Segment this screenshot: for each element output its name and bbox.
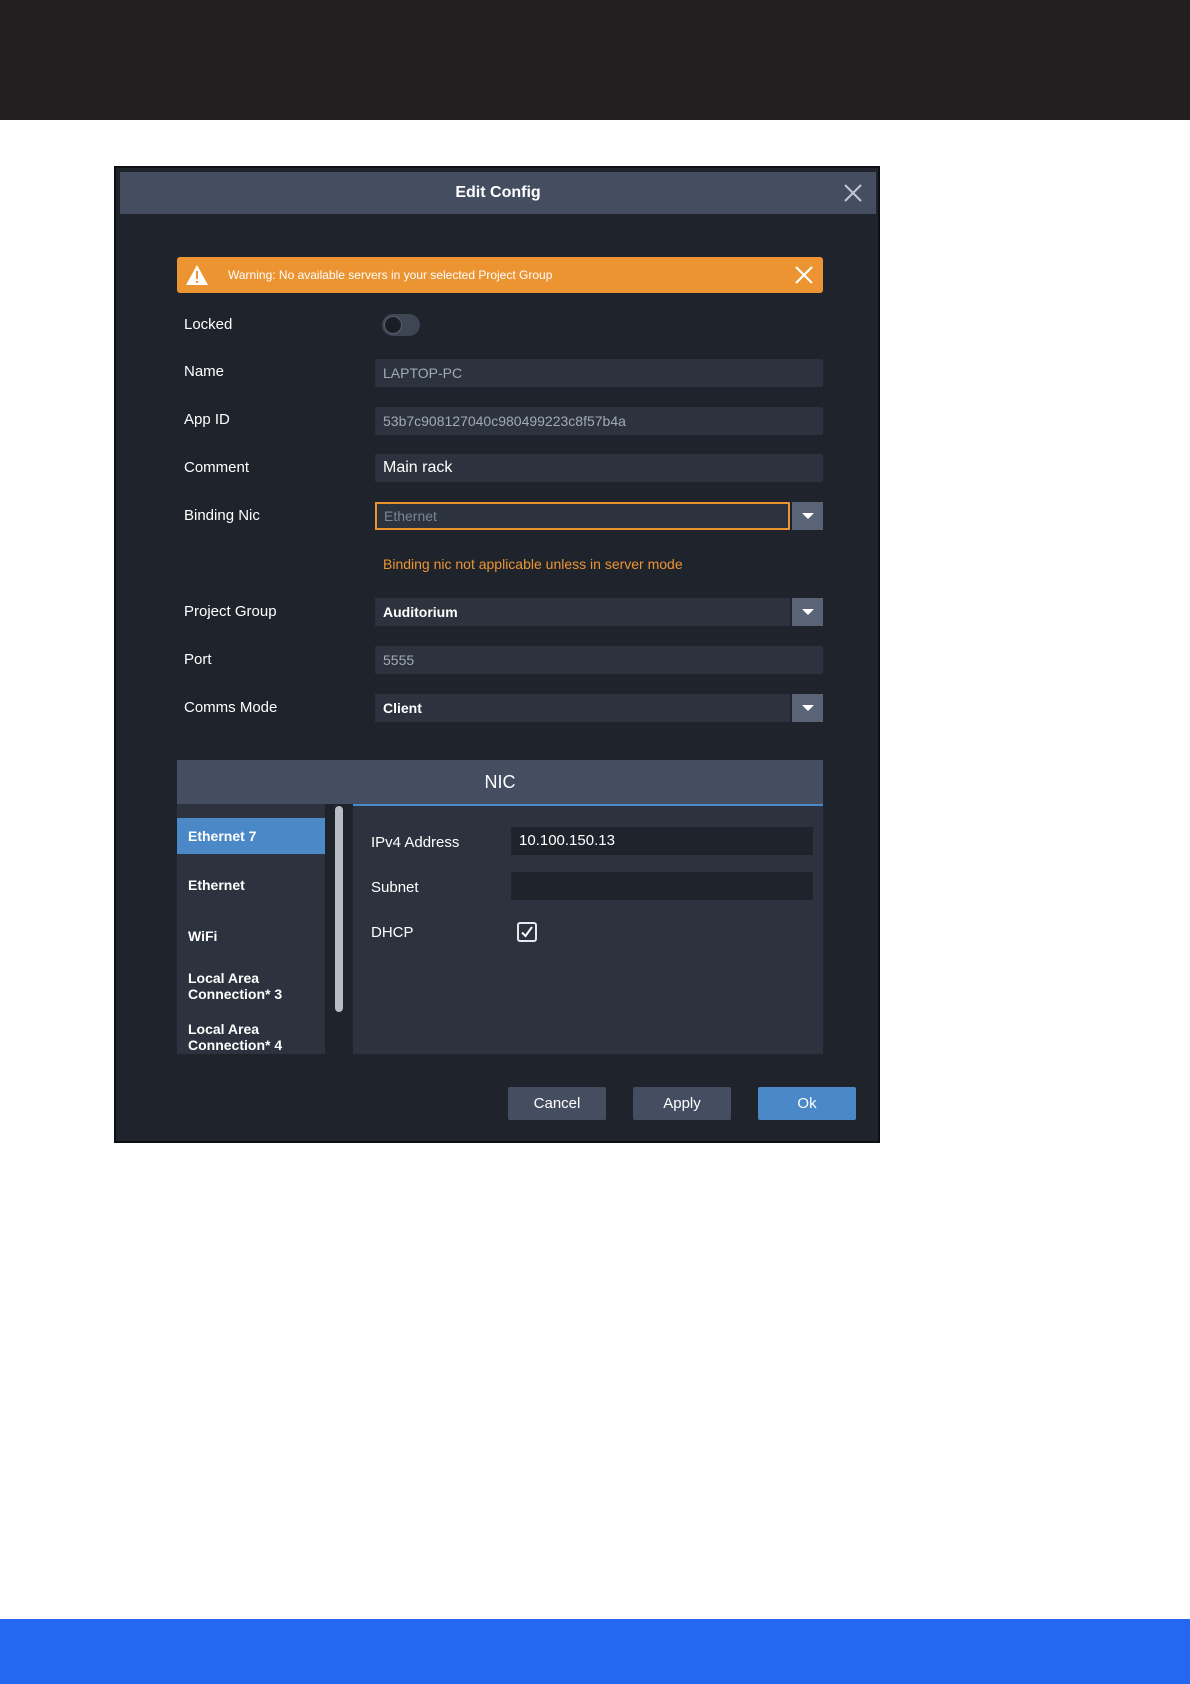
app-id-field: 53b7c908127040c980499223c8f57b4a xyxy=(375,407,823,435)
comms-mode-label: Comms Mode xyxy=(184,699,278,716)
comment-input[interactable]: Main rack xyxy=(375,454,823,482)
binding-nic-hint: Binding nic not applicable unless in ser… xyxy=(383,556,683,572)
nic-list-item-ethernet[interactable]: Ethernet xyxy=(177,877,325,893)
bottom-banner xyxy=(0,1619,1190,1684)
nic-list-item-local-area-4[interactable]: Local Area Connection* 4 xyxy=(177,1021,297,1053)
nic-list-item-local-area-3[interactable]: Local Area Connection* 3 xyxy=(177,970,297,1002)
warning-triangle-icon xyxy=(186,265,208,285)
binding-nic-select[interactable]: Ethernet xyxy=(375,502,790,530)
project-group-select[interactable]: Auditorium xyxy=(375,598,790,626)
cancel-button[interactable]: Cancel xyxy=(508,1087,606,1120)
nic-list-item-wifi[interactable]: WiFi xyxy=(177,928,325,944)
chevron-down-icon[interactable] xyxy=(792,598,823,626)
warning-close-icon[interactable] xyxy=(793,264,815,286)
dhcp-checkbox[interactable] xyxy=(517,922,537,942)
port-field: 5555 xyxy=(375,646,823,674)
chevron-down-icon[interactable] xyxy=(792,502,823,530)
dialog-title: Edit Config xyxy=(455,184,541,201)
ipv4-input[interactable]: 10.100.150.13 xyxy=(511,827,813,855)
subnet-label: Subnet xyxy=(371,879,419,896)
warning-text: Warning: No available servers in your se… xyxy=(228,268,553,282)
locked-toggle[interactable] xyxy=(382,314,420,336)
dhcp-label: DHCP xyxy=(371,924,414,941)
app-id-label: App ID xyxy=(184,411,230,428)
warning-banner: Warning: No available servers in your se… xyxy=(177,257,823,293)
apply-button[interactable]: Apply xyxy=(633,1087,731,1120)
dialog-titlebar: Edit Config xyxy=(120,172,876,214)
port-label: Port xyxy=(184,651,212,668)
project-group-label: Project Group xyxy=(184,603,277,620)
name-field: LAPTOP-PC xyxy=(375,359,823,387)
close-icon[interactable] xyxy=(840,180,866,206)
comms-mode-select[interactable]: Client xyxy=(375,694,790,722)
ipv4-label: IPv4 Address xyxy=(371,834,460,851)
subnet-input[interactable] xyxy=(511,872,813,900)
nic-list-scrollbar[interactable] xyxy=(335,806,343,1012)
nic-section-header: NIC xyxy=(177,760,823,804)
ok-button[interactable]: Ok xyxy=(758,1087,856,1120)
name-label: Name xyxy=(184,363,225,380)
top-banner xyxy=(0,0,1190,120)
locked-label: Locked xyxy=(184,316,233,333)
nic-list-item-ethernet-7[interactable]: Ethernet 7 xyxy=(177,818,325,854)
chevron-down-icon[interactable] xyxy=(792,694,823,722)
edit-config-dialog: Edit Config Warning: No available server… xyxy=(114,166,880,1143)
nic-detail-panel: IPv4 Address 10.100.150.13 Subnet DHCP xyxy=(353,804,823,1054)
nic-list: Ethernet 7 Ethernet WiFi Local Area Conn… xyxy=(177,804,325,1054)
comment-label: Comment xyxy=(184,459,250,476)
checkmark-icon xyxy=(521,926,533,938)
binding-nic-label: Binding Nic xyxy=(184,507,260,524)
